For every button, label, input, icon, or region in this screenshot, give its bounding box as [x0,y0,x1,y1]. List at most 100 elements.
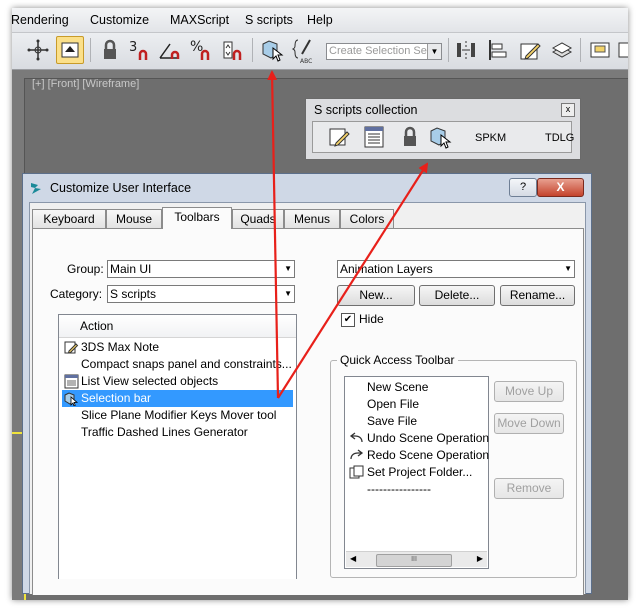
tab-quads[interactable]: Quads [232,209,284,228]
list-item[interactable]: List View selected objects [62,373,293,390]
layer-manager-icon[interactable] [548,36,576,64]
project-folder-icon [349,465,364,480]
chevron-down-icon[interactable]: ▼ [564,264,572,273]
snap-3d-icon[interactable]: 3 [126,36,154,64]
toolbar-select-value: Animation Layers [340,262,433,276]
group-value: Main UI [110,262,152,276]
action-label: 3DS Max Note [81,340,160,354]
scroll-left-icon[interactable]: ◀ [350,554,356,563]
menu-bar: Rendering Customize MAXScript S scripts … [12,8,628,33]
action-list[interactable]: Action 3DS Max Note Compact snaps panel … [58,314,297,579]
horizontal-scrollbar[interactable]: ◀ III ▶ [346,551,487,567]
qat-item-label: Undo Scene Operation [367,431,490,445]
viewport-label[interactable]: [+] [Front] [Wireframe] [32,78,139,90]
action-label: Compact snaps panel and constraints... [81,357,292,371]
mirror-icon[interactable] [452,36,480,64]
tab-keyboard[interactable]: Keyboard [32,209,106,228]
menu-rendering[interactable]: Rendering [12,13,69,27]
s-scripts-collection-panel: S scripts collection x SPKM TDLG [305,98,581,160]
lock-icon[interactable] [96,36,124,64]
pivot-move-icon[interactable] [24,36,52,64]
3dsmax-logo-icon [29,180,45,196]
menu-help[interactable]: Help [307,13,333,27]
list-item-selected[interactable]: Selection bar [62,390,293,407]
action-list-header[interactable]: Action [59,315,296,338]
remove-button[interactable]: Remove [494,478,564,499]
new-button[interactable]: New... [337,285,415,306]
spkm-button[interactable]: SPKM [475,132,506,144]
curve-editor-icon[interactable] [586,36,614,64]
menu-maxscript[interactable]: MAXScript [170,13,229,27]
scripts-toolbar: SPKM TDLG [312,121,574,153]
action-label: Slice Plane Modifier Keys Mover tool [81,408,277,422]
tab-colors[interactable]: Colors [340,209,394,228]
customize-ui-dialog: Customize User Interface ? X Keyboard Mo… [22,173,592,595]
selection-set-combo[interactable]: Create Selection Se ▼ [326,43,442,60]
note-pencil-icon[interactable] [327,124,353,150]
dialog-title: Customize User Interface [50,181,192,195]
list-item[interactable]: Traffic Dashed Lines Generator [62,424,293,441]
list-item[interactable]: Compact snaps panel and constraints... [62,356,293,373]
qat-item-label: ---------------- [367,482,431,496]
move-up-button[interactable]: Move Up [494,381,564,402]
menu-s-scripts[interactable]: S scripts [245,13,293,27]
hide-checkbox[interactable]: ✔ [341,313,355,327]
dialog-body: Keyboard Mouse Toolbars Quads Menus Colo… [29,202,586,595]
qat-item-label: Set Project Folder... [367,465,473,479]
redo-icon [349,448,364,463]
edit-named-selection-icon[interactable] [516,36,544,64]
tab-menus[interactable]: Menus [284,209,340,228]
percent-snap-icon[interactable]: % [188,36,216,64]
scroll-right-icon[interactable]: ▶ [477,554,483,563]
undo-icon [349,431,364,446]
toolbars-tab-panel: Group: Main UI ▼ Category: S scripts ▼ A… [32,228,584,595]
qat-item-label: New Scene [367,380,429,394]
category-select[interactable]: S scripts ▼ [107,285,295,303]
align-icon[interactable] [484,36,512,64]
category-label: Category: [50,287,103,301]
qat-item-label: Save File [367,414,418,428]
list-item[interactable]: 3DS Max Note [62,339,293,356]
main-toolbar: 3 % ABC Create Selection Se ▼ [12,33,628,70]
action-label: List View selected objects [81,374,219,388]
hide-label: Hide [359,312,384,326]
action-label: Selection bar [81,391,152,405]
tab-mouse[interactable]: Mouse [106,209,162,228]
scroll-thumb[interactable]: III [376,554,452,567]
group-label: Group: [67,262,104,276]
delete-button[interactable]: Delete... [419,285,495,306]
named-selection-icon[interactable]: ABC [290,36,318,64]
list-item[interactable]: Slice Plane Modifier Keys Mover tool [62,407,293,424]
toolbar-select[interactable]: Animation Layers ▼ [337,260,575,278]
svg-text:ABC: ABC [300,58,312,64]
action-label: Traffic Dashed Lines Generator [81,425,248,439]
list-view-icon[interactable] [361,124,387,150]
lock-icon[interactable] [397,124,423,150]
rename-button[interactable]: Rename... [500,285,575,306]
spinner-snap-icon[interactable] [218,36,246,64]
upload-arrow-icon[interactable] [56,36,84,64]
snap-3d-number: 3 [129,40,137,55]
action-column-header: Action [80,319,114,333]
chevron-down-icon[interactable]: ▼ [427,44,441,59]
close-button[interactable]: X [537,178,584,197]
angle-snap-icon[interactable] [156,36,184,64]
category-value: S scripts [110,287,157,301]
close-icon[interactable]: x [561,103,575,117]
tdlg-button[interactable]: TDLG [545,132,574,144]
group-select[interactable]: Main UI ▼ [107,260,295,278]
schematic-view-icon[interactable] [614,36,628,64]
chevron-down-icon[interactable]: ▼ [284,289,292,298]
panel-title: S scripts collection [314,103,418,117]
menu-customize[interactable]: Customize [90,13,149,27]
selection-bar-icon[interactable] [427,124,453,150]
quick-access-list[interactable]: New Scene Open File Save File Undo Scene… [344,376,489,569]
note-pencil-icon [64,340,79,355]
tab-toolbars[interactable]: Toolbars [162,207,232,229]
help-button[interactable]: ? [509,178,537,197]
qat-item-label: Redo Scene Operation [367,448,490,462]
quick-access-group: Quick Access Toolbar New Scene Open File… [330,353,577,578]
chevron-down-icon[interactable]: ▼ [284,264,292,273]
selection-bar-icon[interactable] [258,36,286,64]
move-down-button[interactable]: Move Down [494,413,564,434]
